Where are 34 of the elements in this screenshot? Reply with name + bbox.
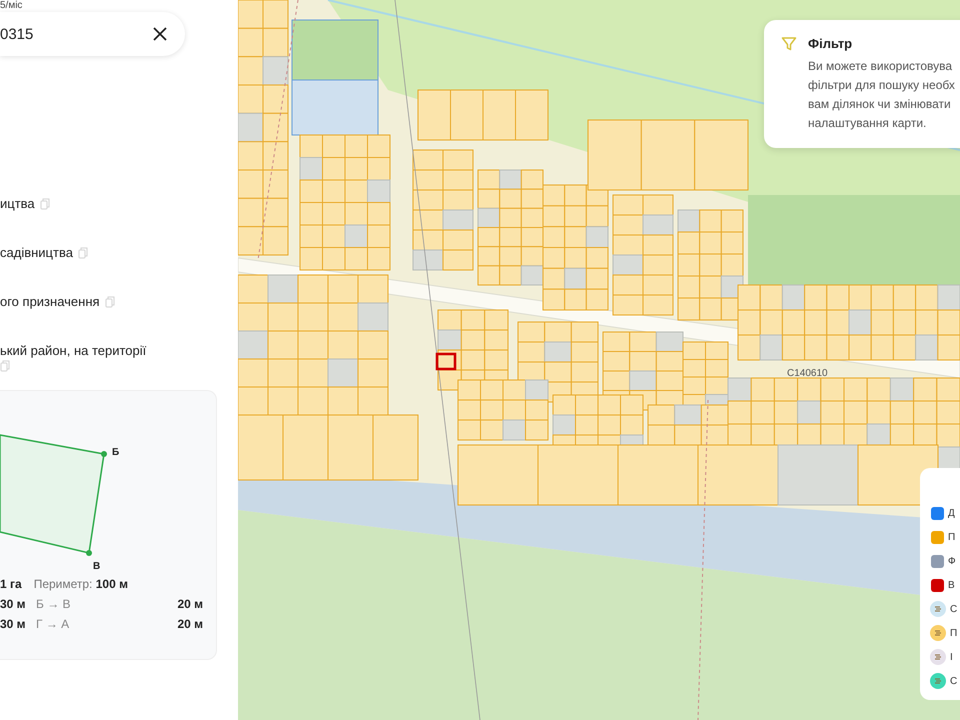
legend-label: І (950, 652, 953, 662)
legend-label: С (950, 604, 958, 614)
search-field[interactable]: 0315 (0, 26, 140, 42)
legend-label: Ф (948, 556, 956, 566)
side-length: 20 м (177, 617, 203, 631)
legend-label: С (950, 676, 958, 686)
vertex-label: Б (112, 447, 120, 458)
legend-label: П (948, 532, 956, 542)
side-length: 20 м (177, 597, 203, 611)
map-drawing[interactable] (238, 0, 960, 720)
side-length: 30 м (0, 597, 27, 611)
vertex-label: В (93, 561, 100, 571)
copy-icon[interactable] (40, 198, 51, 210)
detail-text: ицтва (0, 195, 35, 213)
perimeter-text: Периметр: 100 м (34, 577, 128, 591)
side-name: Г → А (36, 617, 70, 631)
road-label: С140610 (787, 368, 828, 379)
tooltip-text: Ви можете використовува фільтри для пошуку необх вам ділянок чи змінювати налаштування карти. (808, 58, 955, 132)
detail-text: ький район, на території (0, 342, 146, 360)
legend-label: Д (948, 508, 955, 518)
filter-icon (781, 36, 797, 52)
side-length: 30 м (0, 617, 27, 631)
legend-label: П (950, 628, 958, 638)
selected-parcel-outline[interactable] (436, 352, 456, 370)
legend-label: В (948, 580, 955, 590)
side-name: Б → В (36, 597, 72, 611)
area-value: 1 га (0, 577, 22, 591)
copy-icon[interactable] (78, 246, 89, 258)
subscription-text: 5/міс (0, 0, 24, 11)
detail-text: садівництва (0, 244, 73, 262)
tooltip-title: Фільтр (808, 36, 854, 51)
copy-icon[interactable] (0, 360, 11, 372)
copy-icon[interactable] (104, 296, 116, 308)
detail-text: ого призначення (0, 293, 100, 311)
